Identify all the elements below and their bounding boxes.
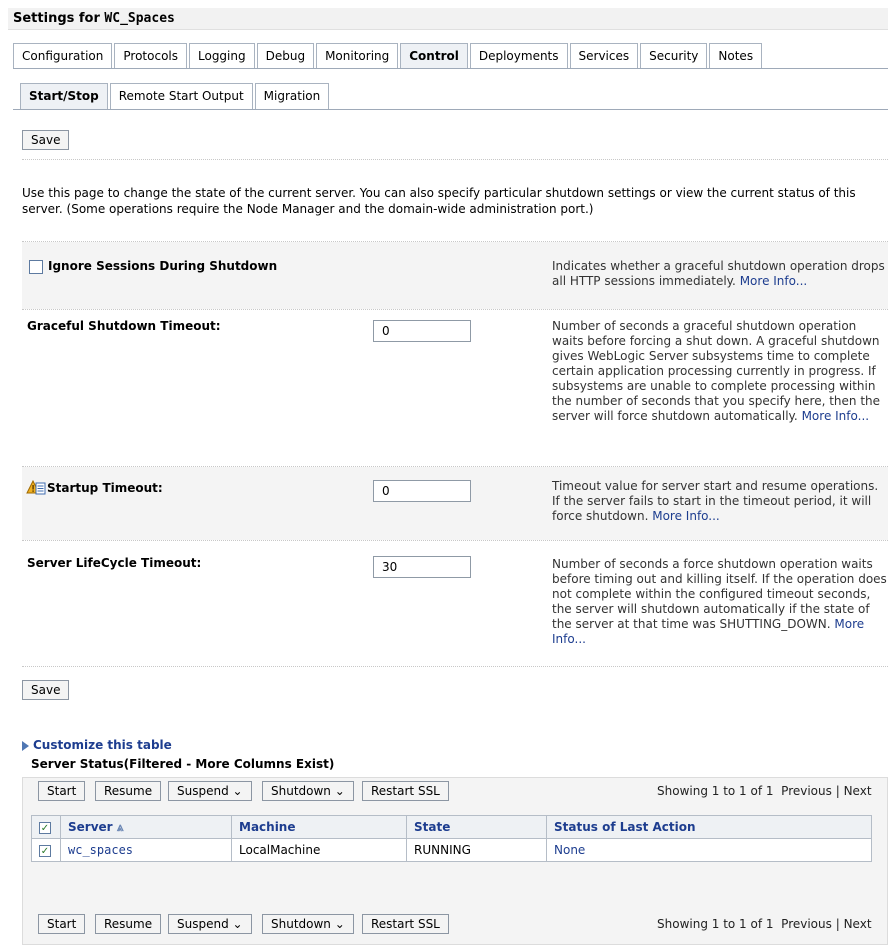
tab-control[interactable]: Control bbox=[400, 43, 468, 69]
subtab-migration[interactable]: Migration bbox=[254, 83, 330, 109]
shutdown-button[interactable]: Shutdown ⌄ bbox=[262, 914, 354, 934]
graceful-timeout-label: Graceful Shutdown Timeout: bbox=[27, 319, 221, 333]
expand-triangle-icon bbox=[22, 740, 29, 751]
title-prefix: Settings for bbox=[13, 11, 105, 26]
ignore-sessions-help-text: Indicates whether a graceful shutdown op… bbox=[552, 259, 885, 288]
startup-timeout-label: Startup Timeout: bbox=[47, 481, 163, 495]
lifecycle-timeout-label: Server LifeCycle Timeout: bbox=[27, 556, 202, 570]
tab-debug[interactable]: Debug bbox=[256, 43, 315, 69]
save-button-bottom[interactable]: Save bbox=[22, 680, 70, 700]
machine-cell: LocalMachine bbox=[231, 838, 407, 862]
tab-notes[interactable]: Notes bbox=[709, 43, 763, 69]
paging-bottom: Showing 1 to 1 of 1 Previous | Next bbox=[657, 917, 872, 931]
lifecycle-timeout-input[interactable] bbox=[373, 556, 471, 578]
divider bbox=[22, 666, 888, 667]
tab-divider bbox=[13, 68, 888, 69]
tab-monitoring[interactable]: Monitoring bbox=[316, 43, 399, 69]
page-description: Use this page to change the state of the… bbox=[22, 186, 856, 216]
paging-summary: Showing 1 to 1 of 1 bbox=[657, 784, 774, 798]
suspend-label: Suspend bbox=[177, 784, 229, 798]
server-status-table: ✓ Server ⩓ Machine State Status of Last … bbox=[31, 815, 872, 862]
graceful-timeout-input[interactable] bbox=[373, 320, 471, 342]
tab-logging[interactable]: Logging bbox=[189, 43, 255, 69]
tab-security[interactable]: Security bbox=[640, 43, 708, 69]
more-info-link[interactable]: More Info... bbox=[652, 509, 720, 523]
page-title: Settings for WC_Spaces bbox=[8, 8, 888, 30]
row-checkbox[interactable]: ✓ bbox=[39, 844, 51, 857]
select-all-cell: ✓ bbox=[31, 815, 61, 839]
previous-link[interactable]: Previous bbox=[781, 784, 832, 798]
start-button[interactable]: Start bbox=[38, 914, 86, 934]
subtab-remote-start-output[interactable]: Remote Start Output bbox=[109, 83, 253, 109]
table-title: Server Status(Filtered - More Columns Ex… bbox=[31, 757, 335, 771]
previous-link[interactable]: Previous bbox=[781, 917, 832, 931]
save-button-top[interactable]: Save bbox=[22, 130, 70, 150]
column-header-machine[interactable]: Machine bbox=[231, 815, 407, 839]
ignore-sessions-checkbox[interactable] bbox=[29, 260, 43, 274]
paging-top: Showing 1 to 1 of 1 Previous | Next bbox=[657, 784, 872, 798]
chevron-down-icon: ⌄ bbox=[330, 917, 345, 931]
suspend-button[interactable]: Suspend ⌄ bbox=[168, 914, 252, 934]
divider bbox=[22, 309, 888, 310]
column-server-label: Server bbox=[68, 819, 113, 834]
suspend-label: Suspend bbox=[177, 917, 229, 931]
restart-ssl-button[interactable]: Restart SSL bbox=[362, 781, 449, 801]
column-header-status[interactable]: Status of Last Action bbox=[546, 815, 872, 839]
startup-timeout-help: Timeout value for server start and resum… bbox=[552, 479, 888, 524]
warning-config-icon bbox=[26, 479, 46, 498]
sort-ascending-icon: ⩓ bbox=[116, 819, 124, 834]
table-row: ✓ wc_spaces LocalMachine RUNNING None bbox=[31, 838, 872, 862]
startup-timeout-input[interactable] bbox=[373, 480, 471, 502]
server-link[interactable]: wc_spaces bbox=[60, 838, 232, 862]
shutdown-label: Shutdown bbox=[271, 917, 331, 931]
row-select-cell: ✓ bbox=[31, 838, 61, 862]
main-tabs: Configuration Protocols Logging Debug Mo… bbox=[13, 43, 764, 69]
subtab-divider bbox=[13, 109, 888, 110]
title-server-name: WC_Spaces bbox=[104, 11, 175, 26]
server-name: wc_spaces bbox=[68, 843, 134, 857]
ignore-sessions-label: Ignore Sessions During Shutdown bbox=[48, 259, 278, 273]
chevron-down-icon: ⌄ bbox=[228, 917, 243, 931]
status-cell: None bbox=[546, 838, 872, 862]
more-info-link[interactable]: More Info... bbox=[740, 274, 808, 288]
divider bbox=[22, 159, 888, 160]
column-header-server[interactable]: Server ⩓ bbox=[60, 815, 232, 839]
shutdown-label: Shutdown bbox=[271, 784, 331, 798]
next-link[interactable]: Next bbox=[844, 784, 872, 798]
ignore-sessions-help: Indicates whether a graceful shutdown op… bbox=[552, 259, 888, 289]
chevron-down-icon: ⌄ bbox=[228, 784, 243, 798]
more-info-link[interactable]: More Info... bbox=[802, 409, 870, 423]
sub-tabs: Start/Stop Remote Start Output Migration bbox=[20, 83, 331, 109]
tab-protocols[interactable]: Protocols bbox=[114, 43, 187, 69]
chevron-down-icon: ⌄ bbox=[330, 784, 345, 798]
customize-table-label: Customize this table bbox=[33, 738, 172, 752]
next-link[interactable]: Next bbox=[844, 917, 872, 931]
column-header-state[interactable]: State bbox=[406, 815, 547, 839]
restart-ssl-button[interactable]: Restart SSL bbox=[362, 914, 449, 934]
tab-configuration[interactable]: Configuration bbox=[13, 43, 113, 69]
tab-services[interactable]: Services bbox=[569, 43, 639, 69]
subtab-start-stop[interactable]: Start/Stop bbox=[20, 83, 108, 109]
status-link[interactable]: None bbox=[554, 843, 585, 857]
start-button[interactable]: Start bbox=[38, 781, 86, 801]
graceful-timeout-help: Number of seconds a graceful shutdown op… bbox=[552, 319, 888, 424]
tab-deployments[interactable]: Deployments bbox=[469, 43, 568, 69]
divider bbox=[22, 540, 888, 541]
graceful-timeout-help-text: Number of seconds a graceful shutdown op… bbox=[552, 319, 881, 423]
suspend-button[interactable]: Suspend ⌄ bbox=[168, 781, 252, 801]
resume-button[interactable]: Resume bbox=[95, 914, 162, 934]
lifecycle-timeout-help: Number of seconds a force shutdown opera… bbox=[552, 557, 888, 647]
customize-table-link[interactable]: Customize this table bbox=[22, 738, 172, 752]
state-cell: RUNNING bbox=[406, 838, 547, 862]
paging-summary: Showing 1 to 1 of 1 bbox=[657, 917, 774, 931]
shutdown-button[interactable]: Shutdown ⌄ bbox=[262, 781, 354, 801]
table-header-row: ✓ Server ⩓ Machine State Status of Last … bbox=[31, 815, 872, 839]
select-all-checkbox[interactable]: ✓ bbox=[39, 821, 51, 834]
resume-button[interactable]: Resume bbox=[95, 781, 162, 801]
